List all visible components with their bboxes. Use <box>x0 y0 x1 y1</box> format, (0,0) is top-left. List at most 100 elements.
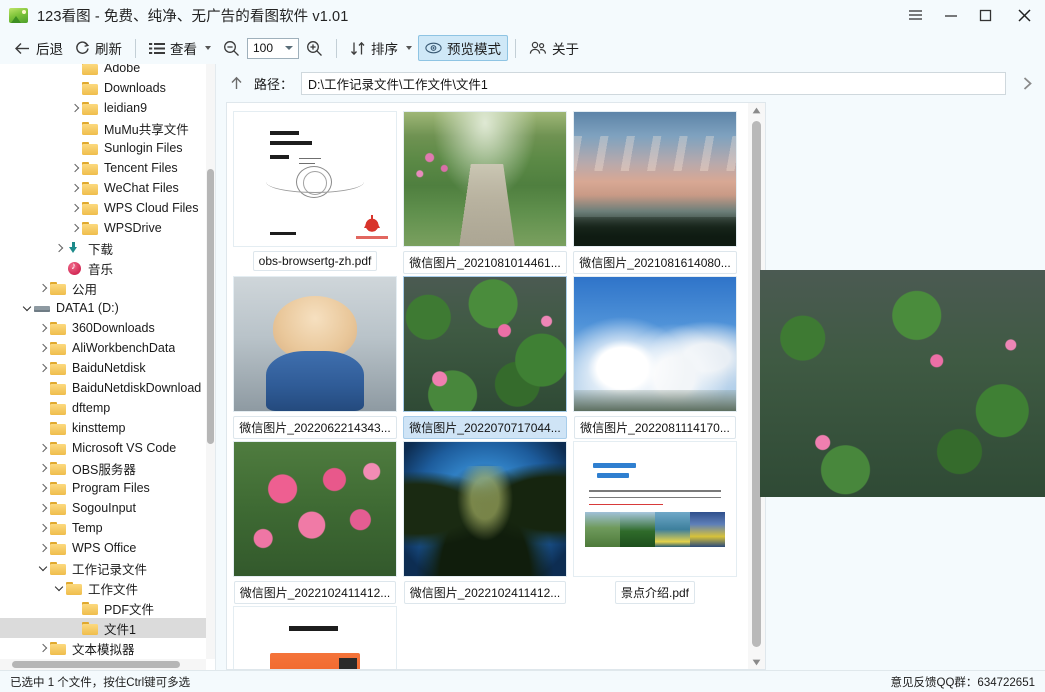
file-thumbnail[interactable] <box>403 441 567 577</box>
tree-item-WPSDrive[interactable]: WPSDrive <box>0 218 206 238</box>
file-item[interactable]: 微信图片_2022062214343... <box>230 274 400 439</box>
chevron-right-icon[interactable] <box>36 505 50 511</box>
chevron-right-icon[interactable] <box>36 445 50 451</box>
file-thumbnail[interactable] <box>233 276 397 412</box>
tree-item-BaiduNetdisk[interactable]: BaiduNetdisk <box>0 358 206 378</box>
file-thumbnail[interactable] <box>233 441 397 577</box>
chevron-right-icon[interactable] <box>68 185 82 191</box>
file-item[interactable]: 景点介绍.pdf <box>570 439 740 604</box>
about-button[interactable]: 关于 <box>523 35 585 61</box>
chevron-right-icon[interactable] <box>36 285 50 291</box>
minimize-icon[interactable] <box>933 0 968 30</box>
tree-item-BaiduNetdiskDownload[interactable]: BaiduNetdiskDownload <box>0 378 206 398</box>
file-item[interactable]: obs-browsertg-zh.pdf <box>230 109 400 274</box>
chevron-down-icon[interactable] <box>285 46 293 50</box>
chevron-right-icon[interactable] <box>36 325 50 331</box>
chevron-right-icon[interactable] <box>36 545 50 551</box>
hamburger-menu-icon[interactable] <box>898 0 933 30</box>
chevron-down-icon[interactable] <box>205 46 211 50</box>
file-thumbnail[interactable] <box>403 276 567 412</box>
tree-item-Adobe[interactable]: Adobe <box>0 64 206 78</box>
file-item[interactable]: 微信图片_2022102411412... <box>230 439 400 604</box>
folder-icon <box>50 641 67 655</box>
chevron-right-icon[interactable] <box>36 485 50 491</box>
file-thumbnail[interactable] <box>573 111 737 247</box>
chevron-down-icon[interactable] <box>20 304 34 313</box>
tree-item-公用[interactable]: 公用 <box>0 278 206 298</box>
chevron-down-icon[interactable] <box>406 46 412 50</box>
view-button[interactable]: 查看 <box>143 35 217 61</box>
file-thumbnail[interactable] <box>573 441 737 577</box>
tree-item-PDF文件[interactable]: PDF文件 <box>0 598 206 618</box>
chevron-down-icon[interactable] <box>36 564 50 573</box>
tree-item-音乐[interactable]: 音乐 <box>0 258 206 278</box>
file-item[interactable]: 微信图片_2022081114170... <box>570 274 740 439</box>
tree-item-kinsttemp[interactable]: kinsttemp <box>0 418 206 438</box>
tree-item-OBS服务器[interactable]: OBS服务器 <box>0 458 206 478</box>
tree-item-AliWorkbenchData[interactable]: AliWorkbenchData <box>0 338 206 358</box>
file-thumbnail[interactable] <box>403 111 567 247</box>
path-input[interactable]: D:\工作记录文件\工作文件\文件1 <box>301 72 1006 95</box>
back-button[interactable]: 后退 <box>8 35 69 61</box>
tree-item-360Downloads[interactable]: 360Downloads <box>0 318 206 338</box>
tree-item-Microsoft VS Code[interactable]: Microsoft VS Code <box>0 438 206 458</box>
chevron-right-icon[interactable] <box>36 645 50 651</box>
scroll-down-arrow-icon[interactable] <box>748 655 765 669</box>
tree-item-WeChat Files[interactable]: WeChat Files <box>0 178 206 198</box>
chevron-right-icon[interactable] <box>68 165 82 171</box>
folder-icon <box>82 141 99 155</box>
tree-item-dftemp[interactable]: dftemp <box>0 398 206 418</box>
tree-item-Sunlogin Files[interactable]: Sunlogin Files <box>0 138 206 158</box>
zoom-out-button[interactable] <box>217 35 246 61</box>
tree-item-工作文件[interactable]: 工作文件 <box>0 578 206 598</box>
sort-button[interactable]: 排序 <box>344 35 418 61</box>
tree-item-label: MuMu共享文件 <box>104 119 189 138</box>
file-thumbnail[interactable] <box>573 276 737 412</box>
chevron-right-icon[interactable] <box>36 365 50 371</box>
file-grid[interactable]: obs-browsertg-zh.pdf微信图片_2021081014461..… <box>227 103 748 669</box>
tree-item-下载[interactable]: 下载 <box>0 238 206 258</box>
scroll-up-arrow-icon[interactable] <box>748 103 765 117</box>
zoom-level-combobox[interactable]: 100 <box>247 38 299 59</box>
tree-item-Tencent Files[interactable]: Tencent Files <box>0 158 206 178</box>
zoom-in-button[interactable] <box>300 35 329 61</box>
preview-mode-toggle[interactable]: 预览模式 <box>418 35 508 61</box>
chevron-right-icon[interactable] <box>36 345 50 351</box>
chevron-down-icon[interactable] <box>52 584 66 593</box>
tree-item-DATA1 (D:)[interactable]: DATA1 (D:) <box>0 298 206 318</box>
file-item[interactable]: 微信图片_2021081014461... <box>400 109 570 274</box>
chevron-right-icon[interactable] <box>36 525 50 531</box>
tree-item-leidian9[interactable]: leidian9 <box>0 98 206 118</box>
tree-item-Program Files[interactable]: Program Files <box>0 478 206 498</box>
refresh-button[interactable]: 刷新 <box>69 35 128 61</box>
file-item[interactable]: 微信图片_2022102411412... <box>400 439 570 604</box>
file-thumbnail[interactable] <box>233 606 397 670</box>
tree-item-SogouInput[interactable]: SogouInput <box>0 498 206 518</box>
sidebar-vertical-scrollbar[interactable] <box>206 64 215 659</box>
tree-item-MuMu共享文件[interactable]: MuMu共享文件 <box>0 118 206 138</box>
close-icon[interactable] <box>1003 0 1045 30</box>
scrollbar-thumb[interactable] <box>12 661 180 668</box>
chevron-right-icon[interactable] <box>68 205 82 211</box>
file-item[interactable]: 微信图片_2021081614080... <box>570 109 740 274</box>
chevron-right-icon[interactable] <box>1014 69 1040 97</box>
tree-item-文本模拟器[interactable]: 文本模拟器 <box>0 638 206 658</box>
arrow-up-icon[interactable] <box>226 73 246 93</box>
folder-tree[interactable]: AdobeDownloadsleidian9MuMu共享文件Sunlogin F… <box>0 64 206 659</box>
file-thumbnail[interactable] <box>233 111 397 247</box>
file-item[interactable]: 微信图片_2022070717044... <box>400 274 570 439</box>
tree-item-Downloads[interactable]: Downloads <box>0 78 206 98</box>
tree-item-工作记录文件[interactable]: 工作记录文件 <box>0 558 206 578</box>
tree-item-Temp[interactable]: Temp <box>0 518 206 538</box>
tree-item-WPS Office[interactable]: WPS Office <box>0 538 206 558</box>
chevron-right-icon[interactable] <box>68 105 82 111</box>
tree-item-文件1[interactable]: 文件1 <box>0 618 206 638</box>
chevron-right-icon[interactable] <box>52 245 66 251</box>
scrollbar-thumb[interactable] <box>207 169 214 444</box>
tree-item-WPS Cloud Files[interactable]: WPS Cloud Files <box>0 198 206 218</box>
maximize-icon[interactable] <box>968 0 1003 30</box>
chevron-right-icon[interactable] <box>68 225 82 231</box>
sidebar-horizontal-scrollbar[interactable] <box>0 659 206 670</box>
file-item[interactable] <box>230 604 400 670</box>
chevron-right-icon[interactable] <box>36 465 50 471</box>
